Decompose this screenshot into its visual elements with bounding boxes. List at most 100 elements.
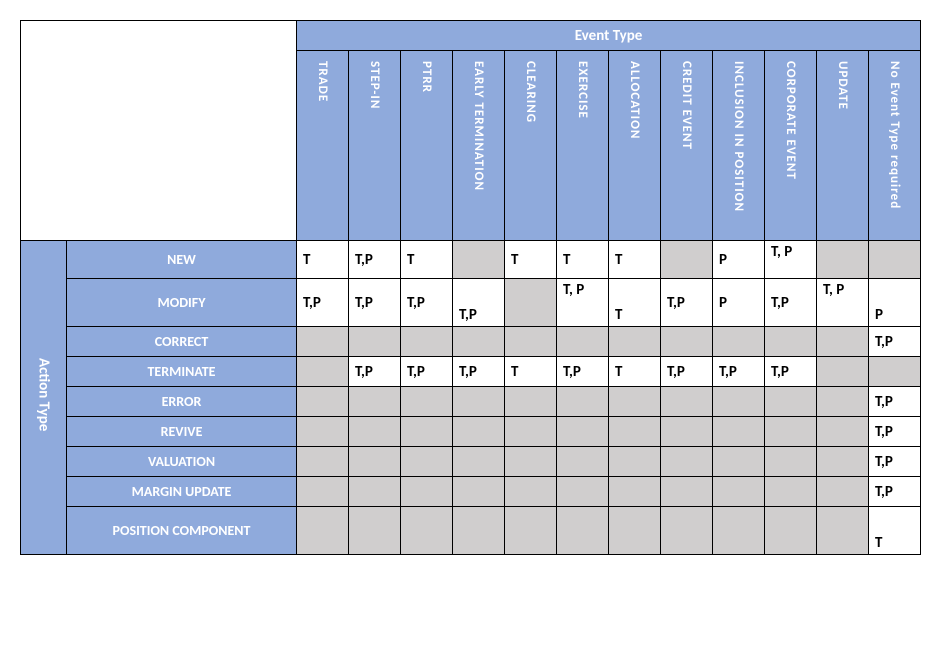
cell (297, 447, 349, 477)
cell (505, 507, 557, 555)
cell (609, 417, 661, 447)
table-row: CORRECT T,P (21, 327, 921, 357)
cell (349, 447, 401, 477)
cell: T,P (349, 241, 401, 279)
cell (349, 477, 401, 507)
col-head-allocation: ALLOCATION (609, 51, 661, 241)
cell (713, 417, 765, 447)
cell (401, 477, 453, 507)
cell: T,P (661, 357, 713, 387)
cell: T,P (349, 357, 401, 387)
cell (557, 507, 609, 555)
table-row: Action Type NEW T T,P T T T T P T, P (21, 241, 921, 279)
cell (713, 477, 765, 507)
col-head-no-event-type: No Event Type required (869, 51, 921, 241)
cell (453, 241, 505, 279)
action-event-matrix: Event Type TRADE STEP-IN PTRR EARLY TERM… (20, 20, 921, 555)
cell: T,P (557, 357, 609, 387)
cell (609, 447, 661, 477)
cell (505, 447, 557, 477)
cell (765, 417, 817, 447)
cell (609, 327, 661, 357)
cell (297, 417, 349, 447)
cell (349, 417, 401, 447)
cell: T,P (297, 279, 349, 327)
cell: P (713, 241, 765, 279)
cell: T,P (765, 357, 817, 387)
cell (869, 357, 921, 387)
cell (297, 327, 349, 357)
cell (557, 477, 609, 507)
cell (453, 477, 505, 507)
cell (765, 387, 817, 417)
cell (765, 477, 817, 507)
cell: T (609, 279, 661, 327)
cell (505, 327, 557, 357)
cell (349, 507, 401, 555)
col-head-early-termination: EARLY TERMINATION (453, 51, 505, 241)
cell: T,P (661, 279, 713, 327)
col-head-clearing: CLEARING (505, 51, 557, 241)
cell (505, 477, 557, 507)
col-head-stepin: STEP-IN (349, 51, 401, 241)
cell: P (869, 279, 921, 327)
cell: T (297, 241, 349, 279)
row-head-margin-update: MARGIN UPDATE (67, 477, 297, 507)
cell: T, P (817, 279, 869, 327)
cell (713, 387, 765, 417)
cell: T,P (869, 447, 921, 477)
row-head-correct: CORRECT (67, 327, 297, 357)
cell (557, 417, 609, 447)
cell (661, 387, 713, 417)
cell (505, 387, 557, 417)
cell (401, 417, 453, 447)
cell (505, 279, 557, 327)
cell (297, 357, 349, 387)
cell (609, 477, 661, 507)
cell (609, 387, 661, 417)
cell (297, 477, 349, 507)
cell: T,P (713, 357, 765, 387)
cell (557, 327, 609, 357)
cell: T (609, 357, 661, 387)
col-head-credit-event: CREDIT EVENT (661, 51, 713, 241)
cell: T,P (453, 357, 505, 387)
table-row: VALUATION T,P (21, 447, 921, 477)
cell: T, P (557, 279, 609, 327)
cell (817, 447, 869, 477)
table-row: TERMINATE T,P T,P T,P T T,P T T,P T,P T,… (21, 357, 921, 387)
row-head-error: ERROR (67, 387, 297, 417)
row-head-revive: REVIVE (67, 417, 297, 447)
cell (297, 507, 349, 555)
cell: T,P (869, 417, 921, 447)
cell (349, 387, 401, 417)
cell: T, P (765, 241, 817, 279)
cell: T,P (869, 327, 921, 357)
cell (817, 357, 869, 387)
row-head-position-component: POSITION COMPONENT (67, 507, 297, 555)
cell (817, 241, 869, 279)
cell: T (401, 241, 453, 279)
cell (661, 507, 713, 555)
cell (661, 327, 713, 357)
cell (661, 241, 713, 279)
cell (661, 417, 713, 447)
row-head-terminate: TERMINATE (67, 357, 297, 387)
col-head-ptrr: PTRR (401, 51, 453, 241)
row-head-modify: MODIFY (67, 279, 297, 327)
col-head-trade: TRADE (297, 51, 349, 241)
cell: T (505, 357, 557, 387)
cell (765, 327, 817, 357)
cell (661, 447, 713, 477)
col-head-inclusion-in-position: INCLUSION IN POSITION (713, 51, 765, 241)
cell (401, 447, 453, 477)
cell (765, 507, 817, 555)
cell (765, 447, 817, 477)
cell (817, 477, 869, 507)
cell (557, 447, 609, 477)
cell (453, 387, 505, 417)
top-left-blank (21, 21, 297, 241)
cell (401, 387, 453, 417)
cell (817, 507, 869, 555)
row-head-new: NEW (67, 241, 297, 279)
